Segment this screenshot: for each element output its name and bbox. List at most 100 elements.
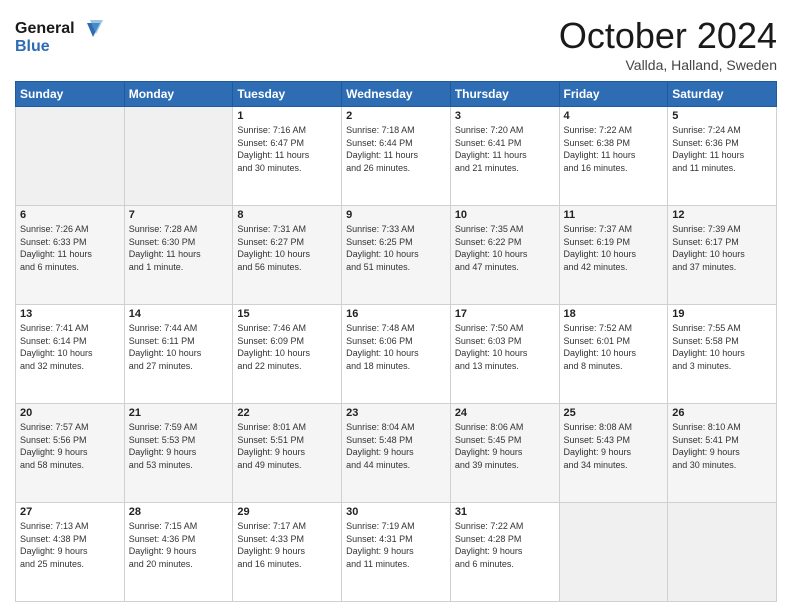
day-number: 8 bbox=[237, 209, 337, 221]
calendar-cell: 16Sunrise: 7:48 AM Sunset: 6:06 PM Dayli… bbox=[342, 305, 451, 404]
calendar-cell: 21Sunrise: 7:59 AM Sunset: 5:53 PM Dayli… bbox=[124, 404, 233, 503]
day-number: 16 bbox=[346, 308, 446, 320]
page: General Blue October 2024 Vallda, Hallan… bbox=[0, 0, 792, 612]
calendar-cell: 13 Sunrise: 7:41 AM Sunset: 6:14 PM Dayli… bbox=[16, 305, 125, 404]
day-info: Sunrise: 7:31 AM Sunset: 6:27 PM Dayligh… bbox=[237, 223, 337, 273]
day-number: 19 bbox=[672, 308, 772, 320]
calendar-cell: 8 Sunrise: 7:31 AM Sunset: 6:27 PM Daylig… bbox=[233, 206, 342, 305]
day-header-sunday: Sunday bbox=[16, 82, 125, 107]
day-number: 14 bbox=[129, 308, 229, 320]
day-number: 22 bbox=[237, 407, 337, 419]
day-header-monday: Monday bbox=[124, 82, 233, 107]
calendar-cell: 30 Sunrise: 7:19 AM Sunset: 4:31 PM Dayli… bbox=[342, 503, 451, 602]
day-number: 2 bbox=[346, 110, 446, 122]
calendar-cell: 25 Sunrise: 8:08 AM Sunset: 5:43 PM Dayli… bbox=[559, 404, 668, 503]
day-info: Sunrise: 7:22 AM Sunset: 4:28 PM Dayligh… bbox=[455, 520, 555, 570]
day-info: Sunrise: 7:50 AM Sunset: 6:03 PM Dayligh… bbox=[455, 322, 555, 372]
day-number: 12 bbox=[672, 209, 772, 221]
calendar-cell bbox=[16, 107, 125, 206]
calendar-cell: 9 Sunrise: 7:33 AM Sunset: 6:25 PM Daylig… bbox=[342, 206, 451, 305]
day-info: Sunrise: 7:26 AM Sunset: 6:33 PM Dayligh… bbox=[20, 223, 120, 273]
month-title: October 2024 bbox=[559, 15, 777, 57]
day-number: 18 bbox=[564, 308, 664, 320]
calendar-cell bbox=[559, 503, 668, 602]
title-area: October 2024 Vallda, Halland, Sweden bbox=[559, 15, 777, 73]
day-number: 31 bbox=[455, 506, 555, 518]
day-number: 4 bbox=[564, 110, 664, 122]
calendar-cell: 7 Sunrise: 7:28 AM Sunset: 6:30 PM Daylig… bbox=[124, 206, 233, 305]
calendar-header-row: SundayMondayTuesdayWednesdayThursdayFrid… bbox=[16, 82, 777, 107]
day-number: 30 bbox=[346, 506, 446, 518]
day-info: Sunrise: 7:39 AM Sunset: 6:17 PM Dayligh… bbox=[672, 223, 772, 273]
day-number: 10 bbox=[455, 209, 555, 221]
day-info: Sunrise: 7:17 AM Sunset: 4:33 PM Dayligh… bbox=[237, 520, 337, 570]
calendar-cell: 31 Sunrise: 7:22 AM Sunset: 4:28 PM Dayli… bbox=[450, 503, 559, 602]
day-header-wednesday: Wednesday bbox=[342, 82, 451, 107]
day-header-saturday: Saturday bbox=[668, 82, 777, 107]
day-info: Sunrise: 7:16 AM Sunset: 6:47 PM Dayligh… bbox=[237, 124, 337, 174]
day-number: 26 bbox=[672, 407, 772, 419]
calendar-cell: 17 Sunrise: 7:50 AM Sunset: 6:03 PM Dayli… bbox=[450, 305, 559, 404]
day-number: 28 bbox=[129, 506, 229, 518]
day-info: Sunrise: 7:44 AM Sunset: 6:11 PM Dayligh… bbox=[129, 322, 229, 372]
day-number: 27 bbox=[20, 506, 120, 518]
day-number: 13 bbox=[20, 308, 120, 320]
calendar-week-0: 1 Sunrise: 7:16 AM Sunset: 6:47 PM Daylig… bbox=[16, 107, 777, 206]
day-number: 11 bbox=[564, 209, 664, 221]
day-info: Sunrise: 8:01 AM Sunset: 5:51 PM Dayligh… bbox=[237, 421, 337, 471]
day-info: Sunrise: 7:22 AM Sunset: 6:38 PM Dayligh… bbox=[564, 124, 664, 174]
calendar-cell: 20 Sunrise: 7:57 AM Sunset: 5:56 PM Dayli… bbox=[16, 404, 125, 503]
calendar-cell: 6Sunrise: 7:26 AM Sunset: 6:33 PM Daylig… bbox=[16, 206, 125, 305]
day-number: 3 bbox=[455, 110, 555, 122]
calendar-cell: 27 Sunrise: 7:13 AM Sunset: 4:38 PM Dayli… bbox=[16, 503, 125, 602]
day-number: 20 bbox=[20, 407, 120, 419]
calendar-week-3: 20 Sunrise: 7:57 AM Sunset: 5:56 PM Dayli… bbox=[16, 404, 777, 503]
day-info: Sunrise: 7:55 AM Sunset: 5:58 PM Dayligh… bbox=[672, 322, 772, 372]
logo-icon: General Blue bbox=[15, 15, 105, 60]
svg-text:Blue: Blue bbox=[15, 38, 50, 55]
calendar-cell bbox=[124, 107, 233, 206]
day-header-tuesday: Tuesday bbox=[233, 82, 342, 107]
calendar-cell bbox=[668, 503, 777, 602]
day-header-friday: Friday bbox=[559, 82, 668, 107]
day-info: Sunrise: 8:06 AM Sunset: 5:45 PM Dayligh… bbox=[455, 421, 555, 471]
calendar-cell: 18Sunrise: 7:52 AM Sunset: 6:01 PM Dayli… bbox=[559, 305, 668, 404]
day-number: 25 bbox=[564, 407, 664, 419]
calendar-cell: 3Sunrise: 7:20 AM Sunset: 6:41 PM Daylig… bbox=[450, 107, 559, 206]
day-info: Sunrise: 7:24 AM Sunset: 6:36 PM Dayligh… bbox=[672, 124, 772, 174]
calendar-cell: 24 Sunrise: 8:06 AM Sunset: 5:45 PM Dayli… bbox=[450, 404, 559, 503]
day-info: Sunrise: 7:19 AM Sunset: 4:31 PM Dayligh… bbox=[346, 520, 446, 570]
day-number: 23 bbox=[346, 407, 446, 419]
calendar-week-4: 27 Sunrise: 7:13 AM Sunset: 4:38 PM Dayli… bbox=[16, 503, 777, 602]
day-number: 5 bbox=[672, 110, 772, 122]
day-info: Sunrise: 8:10 AM Sunset: 5:41 PM Dayligh… bbox=[672, 421, 772, 471]
day-number: 15 bbox=[237, 308, 337, 320]
day-info: Sunrise: 8:04 AM Sunset: 5:48 PM Dayligh… bbox=[346, 421, 446, 471]
calendar-cell: 10Sunrise: 7:35 AM Sunset: 6:22 PM Dayli… bbox=[450, 206, 559, 305]
day-info: Sunrise: 7:18 AM Sunset: 6:44 PM Dayligh… bbox=[346, 124, 446, 174]
calendar-cell: 4 Sunrise: 7:22 AM Sunset: 6:38 PM Daylig… bbox=[559, 107, 668, 206]
svg-text:General: General bbox=[15, 20, 75, 37]
day-number: 9 bbox=[346, 209, 446, 221]
day-number: 29 bbox=[237, 506, 337, 518]
calendar-cell: 19 Sunrise: 7:55 AM Sunset: 5:58 PM Dayli… bbox=[668, 305, 777, 404]
day-info: Sunrise: 7:59 AM Sunset: 5:53 PM Dayligh… bbox=[129, 421, 229, 471]
calendar-cell: 15Sunrise: 7:46 AM Sunset: 6:09 PM Dayli… bbox=[233, 305, 342, 404]
calendar-cell: 29 Sunrise: 7:17 AM Sunset: 4:33 PM Dayli… bbox=[233, 503, 342, 602]
day-info: Sunrise: 7:15 AM Sunset: 4:36 PM Dayligh… bbox=[129, 520, 229, 570]
calendar-cell: 14 Sunrise: 7:44 AM Sunset: 6:11 PM Dayli… bbox=[124, 305, 233, 404]
day-header-thursday: Thursday bbox=[450, 82, 559, 107]
day-number: 7 bbox=[129, 209, 229, 221]
day-info: Sunrise: 7:28 AM Sunset: 6:30 PM Dayligh… bbox=[129, 223, 229, 273]
day-number: 1 bbox=[237, 110, 337, 122]
day-info: Sunrise: 7:41 AM Sunset: 6:14 PM Dayligh… bbox=[20, 322, 120, 372]
calendar-cell: 12 Sunrise: 7:39 AM Sunset: 6:17 PM Dayli… bbox=[668, 206, 777, 305]
day-info: Sunrise: 7:33 AM Sunset: 6:25 PM Dayligh… bbox=[346, 223, 446, 273]
day-info: Sunrise: 7:57 AM Sunset: 5:56 PM Dayligh… bbox=[20, 421, 120, 471]
day-number: 17 bbox=[455, 308, 555, 320]
day-number: 24 bbox=[455, 407, 555, 419]
day-info: Sunrise: 7:13 AM Sunset: 4:38 PM Dayligh… bbox=[20, 520, 120, 570]
header: General Blue October 2024 Vallda, Hallan… bbox=[15, 15, 777, 73]
logo: General Blue bbox=[15, 15, 105, 65]
day-info: Sunrise: 8:08 AM Sunset: 5:43 PM Dayligh… bbox=[564, 421, 664, 471]
